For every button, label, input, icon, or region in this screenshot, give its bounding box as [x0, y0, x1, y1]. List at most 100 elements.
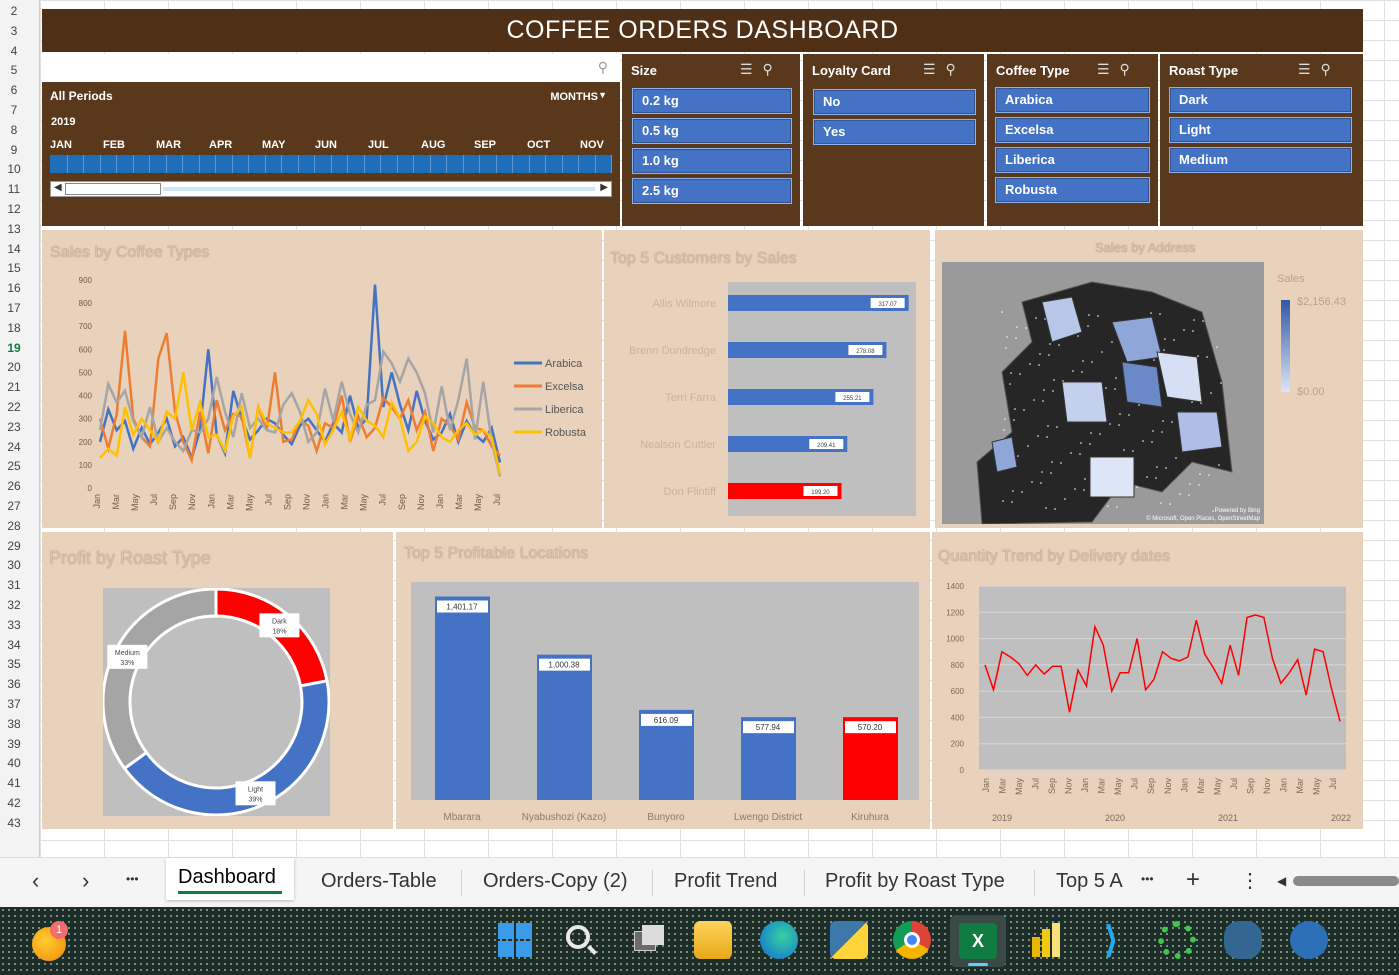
search-icon[interactable] — [562, 921, 600, 959]
sales-by-coffee-types-chart[interactable]: Sales by Coffee Types 0 100 200 300 400 500 60… — [42, 230, 602, 528]
multiselect-clear-icons[interactable]: ☰⚲ — [740, 61, 783, 78]
row-number[interactable]: 6 — [0, 83, 28, 97]
row-number[interactable]: 12 — [0, 202, 28, 216]
profit-by-roast-type-chart[interactable]: Profit by Roast Type Dark 18% Light 39% Medi… — [42, 532, 393, 829]
sheet-menu-icon[interactable]: ⋮ — [1240, 868, 1260, 893]
row-number[interactable]: 24 — [0, 440, 28, 454]
row-number[interactable]: 15 — [0, 261, 28, 275]
row-number[interactable]: 7 — [0, 103, 28, 117]
python-icon[interactable] — [830, 921, 868, 959]
loyalty-option-no[interactable]: No — [813, 89, 976, 115]
row-number[interactable]: 16 — [0, 281, 28, 295]
multiselect-clear-icons[interactable]: ☰⚲ — [1097, 61, 1140, 78]
row-number[interactable]: 32 — [0, 598, 28, 612]
row-number[interactable]: 43 — [0, 816, 28, 830]
timeline-unit-dropdown[interactable]: MONTHS — [550, 91, 598, 103]
roast-option-medium[interactable]: Medium — [1169, 147, 1352, 173]
timeline-month-label[interactable]: JAN — [50, 139, 72, 151]
start-icon[interactable] — [496, 921, 534, 959]
add-sheet-icon[interactable]: + — [1186, 866, 1200, 894]
row-number[interactable]: 18 — [0, 321, 28, 335]
chrome-icon[interactable] — [893, 921, 931, 959]
timeline-month-label[interactable]: AUG — [421, 139, 445, 151]
chevron-down-icon[interactable]: ▼ — [598, 90, 607, 100]
edge-icon[interactable] — [760, 921, 798, 959]
row-number[interactable]: 29 — [0, 539, 28, 553]
timeline-slicer[interactable]: ⚲ All Periods MONTHS ▼ 2019 JAN FEB MAR APR… — [42, 54, 620, 226]
row-number[interactable]: 14 — [0, 242, 28, 256]
excel-taskbar-highlight[interactable]: X — [950, 915, 1006, 967]
quantity-trend-chart[interactable]: Quantity Trend by Delivery dates 0 200 400… — [932, 532, 1363, 829]
timeline-month-label[interactable]: MAY — [262, 139, 285, 151]
row-number[interactable]: 4 — [0, 44, 28, 58]
timeline-month-label[interactable]: JUL — [368, 139, 389, 151]
tab-orders-table[interactable]: Orders-Table — [321, 870, 437, 893]
row-number[interactable]: 26 — [0, 479, 28, 493]
timeline-month-label[interactable]: FEB — [103, 139, 125, 151]
multiselect-clear-icons[interactable]: ☰⚲ — [923, 61, 966, 78]
row-number[interactable]: 28 — [0, 519, 28, 533]
row-number[interactable]: 21 — [0, 380, 28, 394]
size-option-0.2kg[interactable]: 0.2 kg — [632, 88, 792, 114]
scroll-right-icon[interactable]: ▶ — [600, 182, 608, 193]
vscode-icon[interactable]: ⟩ — [1092, 921, 1130, 959]
loyalty-option-yes[interactable]: Yes — [813, 119, 976, 145]
row-number[interactable]: 11 — [0, 182, 28, 196]
tab-profit-by-roast-type[interactable]: Profit by Roast Type — [825, 870, 1005, 893]
row-number[interactable]: 38 — [0, 717, 28, 731]
clear-filter-icon[interactable]: ⚲ — [598, 59, 608, 76]
row-number[interactable]: 9 — [0, 143, 28, 157]
coffee-option-robusta[interactable]: Robusta — [995, 177, 1150, 203]
coffee-option-excelsa[interactable]: Excelsa — [995, 117, 1150, 143]
row-number[interactable]: 30 — [0, 558, 28, 572]
tab-top5[interactable]: Top 5 A — [1056, 870, 1123, 893]
loyalty-card-slicer[interactable]: Loyalty Card ☰⚲ No Yes — [803, 54, 984, 226]
row-number[interactable]: 2 — [0, 4, 28, 18]
more-tabs-icon[interactable]: ••• — [1141, 872, 1154, 886]
row-number[interactable]: 17 — [0, 301, 28, 315]
green-ring-app-icon[interactable] — [1158, 921, 1196, 959]
roast-option-dark[interactable]: Dark — [1169, 87, 1352, 113]
row-number[interactable]: 13 — [0, 222, 28, 236]
timeline-selection-bar[interactable] — [50, 155, 612, 173]
file-explorer-icon[interactable] — [694, 921, 732, 959]
timeline-month-label[interactable]: APR — [209, 139, 232, 151]
size-option-0.5kg[interactable]: 0.5 kg — [632, 118, 792, 144]
row-number[interactable]: 20 — [0, 360, 28, 374]
coffee-option-arabica[interactable]: Arabica — [995, 87, 1150, 113]
row-number[interactable]: 33 — [0, 618, 28, 632]
row-number[interactable]: 25 — [0, 459, 28, 473]
roast-option-light[interactable]: Light — [1169, 117, 1352, 143]
more-sheets-icon[interactable]: ••• — [126, 872, 139, 886]
row-number[interactable]: 23 — [0, 420, 28, 434]
tab-profit-trend[interactable]: Profit Trend — [674, 870, 777, 893]
next-sheet-icon[interactable]: › — [82, 868, 89, 894]
row-number[interactable]: 35 — [0, 657, 28, 671]
row-number[interactable]: 40 — [0, 756, 28, 770]
scroll-thumb[interactable] — [65, 183, 161, 195]
row-number[interactable]: 19 — [0, 341, 28, 355]
postgres-icon[interactable] — [1224, 921, 1262, 959]
row-number[interactable]: 39 — [0, 737, 28, 751]
timeline-month-label[interactable]: SEP — [474, 139, 496, 151]
timeline-month-label[interactable]: NOV — [580, 139, 604, 151]
row-number[interactable]: 31 — [0, 578, 28, 592]
row-number[interactable]: 42 — [0, 796, 28, 810]
prev-sheet-icon[interactable]: ‹ — [32, 868, 39, 894]
hscroll-left-icon[interactable]: ◀ — [1277, 874, 1286, 888]
task-view-icon[interactable] — [630, 921, 668, 959]
row-number[interactable]: 3 — [0, 24, 28, 38]
row-number[interactable]: 37 — [0, 697, 28, 711]
roast-type-slicer[interactable]: Roast Type ☰⚲ Dark Light Medium — [1160, 54, 1363, 226]
multiselect-clear-icons[interactable]: ☰⚲ — [1298, 61, 1341, 78]
row-number[interactable]: 41 — [0, 776, 28, 790]
row-number[interactable]: 5 — [0, 63, 28, 77]
top-customers-chart[interactable]: Top 5 Customers by Sales Allis Wilmore 31… — [604, 230, 930, 528]
row-header-column[interactable]: 2 3 4 5 6 7 8 9 10 11 12 13 14 15 16 17 18 19 20 21 22 23 24 25… — [0, 0, 40, 857]
row-number[interactable]: 36 — [0, 677, 28, 691]
timeline-scrollbar[interactable]: ◀ ▶ — [50, 181, 612, 197]
row-number[interactable]: 22 — [0, 400, 28, 414]
top-profitable-locations-chart[interactable]: Top 5 Profitable Locations 1,401.17 Mbara… — [396, 532, 930, 829]
tab-dashboard[interactable]: Dashboard — [166, 858, 294, 900]
size-slicer[interactable]: Size ☰⚲ 0.2 kg 0.5 kg 1.0 kg 2.5 kg — [622, 54, 800, 226]
